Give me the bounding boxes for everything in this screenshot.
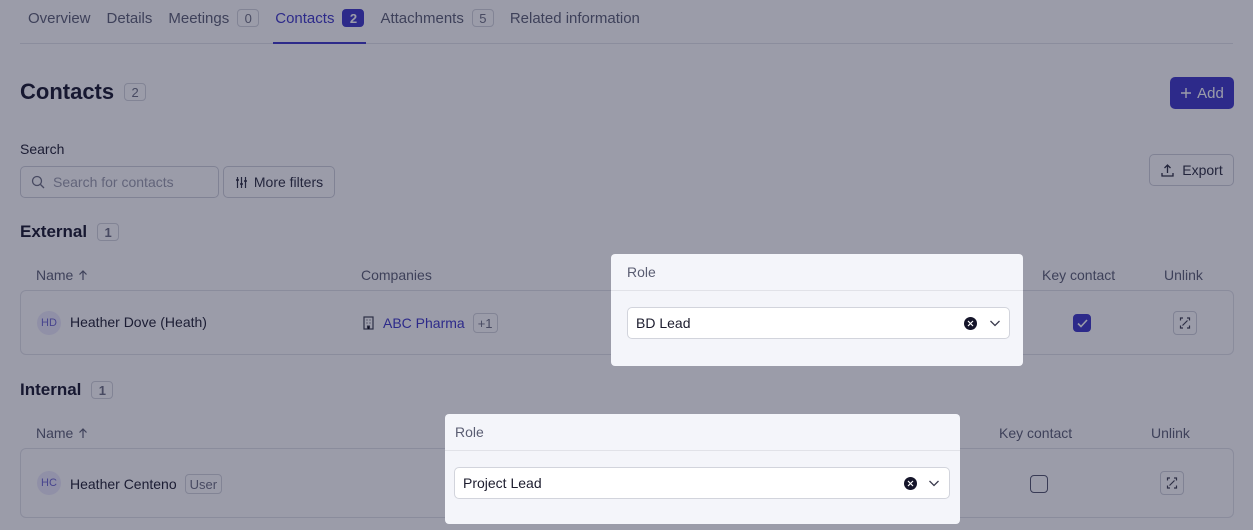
clear-selection-icon[interactable] [964, 317, 977, 330]
role-select-value: Project Lead [463, 475, 542, 491]
chevron-down-icon[interactable] [988, 316, 1002, 330]
role-select[interactable]: BD Lead [627, 307, 1010, 339]
role-popover-title: Role [445, 414, 960, 451]
clear-selection-icon[interactable] [904, 477, 917, 490]
role-select-value: BD Lead [636, 315, 691, 331]
role-select[interactable]: Project Lead [454, 467, 950, 499]
role-popover-external: Role BD Lead [611, 254, 1023, 366]
role-popover-internal: Role Project Lead [445, 414, 960, 524]
chevron-down-icon[interactable] [927, 476, 941, 490]
role-popover-title: Role [611, 254, 1023, 291]
